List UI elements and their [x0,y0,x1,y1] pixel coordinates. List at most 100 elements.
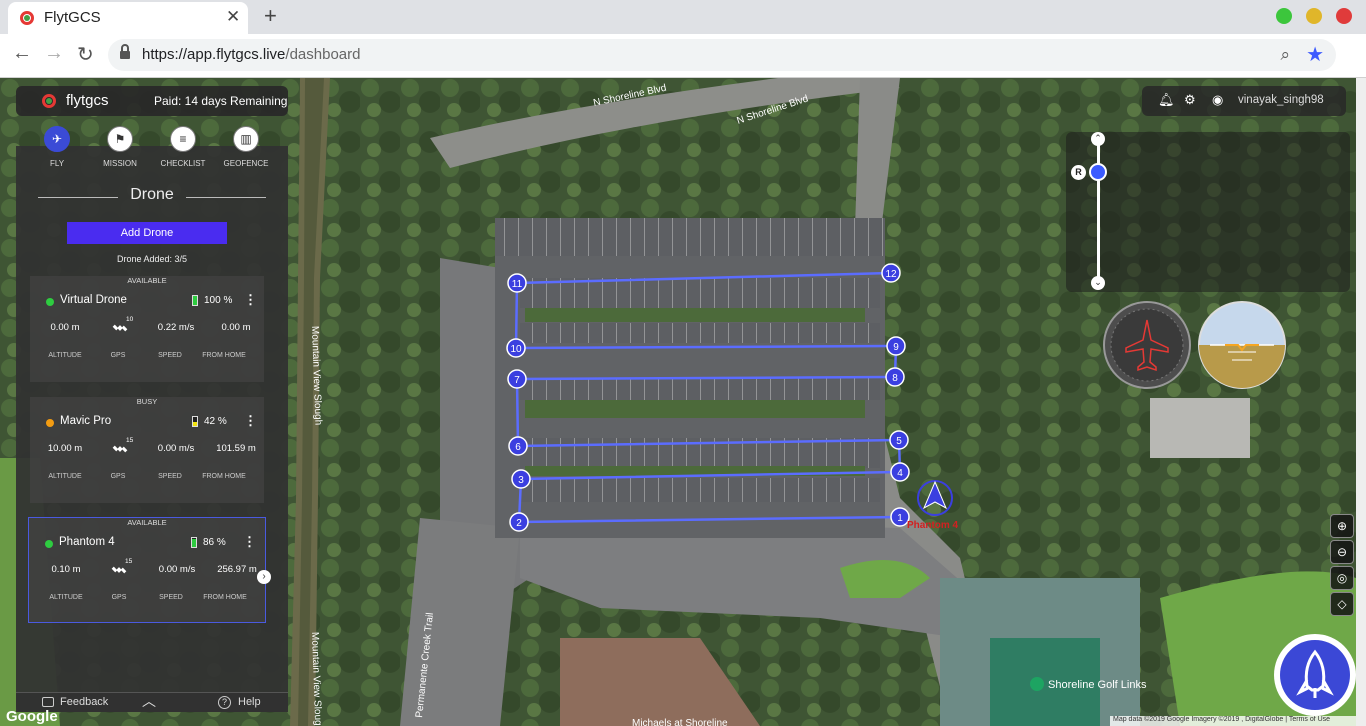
waypoint-label: 4 [897,468,903,479]
stat-label: GPS [111,594,127,601]
stat-label: SPEED [158,473,182,480]
reload-icon[interactable]: ↻ [77,42,94,67]
close-tab-icon[interactable]: ✕ [226,7,240,27]
gear-icon[interactable]: ⚙ [1184,92,1196,108]
gps-count: 10 [126,316,134,323]
layers-button[interactable]: ◇ [1330,592,1354,616]
waypoint-label: 8 [892,373,898,384]
waypoint-label: 10 [510,344,522,355]
page-scrollbar[interactable] [1356,78,1366,726]
more-options-icon[interactable]: ⋮ [243,534,256,550]
new-tab-button[interactable]: + [264,3,277,29]
subscription-status: Paid: 14 days Remaining [154,94,288,108]
stat-label: SPEED [158,352,182,359]
flytgcs-favicon-icon [20,11,34,25]
forward-arrow-icon[interactable]: → [44,42,64,65]
gimbal-slider-handle[interactable] [1089,163,1107,181]
mode-mission[interactable]: ⚑ MISSION [95,126,145,168]
panel-heading: Drone [130,186,174,203]
drone-name: Phantom 4 [59,536,115,548]
brand-bar: flytgcs Paid: 14 days Remaining [16,86,288,116]
more-options-icon[interactable]: ⋮ [244,413,257,429]
drone-card-mavic-pro[interactable]: BUSY Mavic Pro 42 % ⋮ 10.00 m 15 0.00 m/… [30,397,264,503]
waypoint-label: 11 [512,279,523,290]
drone-side-panel: ✈ FLY ⚑ MISSION ≡ CHECKLIST ▥ GEOFENCE D… [16,126,288,712]
map-attribution: Map data ©2019 Google Imagery ©2019 , Di… [1110,716,1356,726]
mode-label: FLY [49,159,65,168]
user-icon[interactable]: ◉ [1212,92,1223,108]
lock-icon [120,44,130,60]
add-drone-button[interactable]: Add Drone [67,222,227,244]
waypoint-label: 6 [515,442,521,453]
drone-card-virtual-drone[interactable]: AVAILABLE Virtual Drone 100 % ⋮ 0.00 m 1… [30,276,264,382]
battery-value: 86 % [203,537,226,548]
geofence-icon: ▥ [233,126,259,152]
status-dot [46,298,54,306]
launch-button[interactable] [1274,634,1356,716]
mode-geofence[interactable]: ▥ GEOFENCE [221,126,271,168]
flight-instruments [1103,301,1286,389]
mode-checklist[interactable]: ≡ CHECKLIST [158,126,208,168]
street-label: Michaels at Shoreline [632,718,728,726]
recenter-button[interactable]: ◎ [1330,566,1354,590]
checklist-icon: ≡ [170,126,196,152]
battery-icon [192,416,198,427]
mode-fly[interactable]: ✈ FLY [32,126,82,168]
mode-label: MISSION [103,159,137,168]
drone-count: Drone Added: 3/5 [116,254,188,264]
drone-name: Virtual Drone [60,294,127,306]
url-path: /dashboard [285,46,361,63]
gps-count: 15 [125,558,133,565]
drone-status: BUSY [136,397,158,406]
status-dot [45,540,53,548]
place-label: Shoreline Golf Links [1048,679,1147,691]
waypoint-label: 12 [885,269,897,280]
drone-status: AVAILABLE [127,518,167,527]
waypoint-label: 5 [896,436,902,447]
drone-card-phantom-4[interactable]: AVAILABLE Phantom 4 86 % ⋮ 0.10 m 15 0.0… [28,517,266,623]
browser-tab[interactable]: FlytGCS ✕ [8,2,248,34]
drone-status: AVAILABLE [127,276,167,285]
stat-label: SPEED [159,594,183,601]
stat-label: FROM HOME [202,352,246,359]
username[interactable]: vinayak_singh98 [1238,94,1324,106]
gimbal-reset-button[interactable]: R [1071,165,1086,180]
waypoint-label: 7 [514,375,520,386]
stat-label: GPS [110,352,126,359]
zoom-in-button[interactable]: ⊕ [1330,514,1354,538]
stat-label: FROM HOME [203,594,247,601]
zoom-out-button[interactable]: ⊖ [1330,540,1354,564]
maximize-window-button[interactable] [1276,8,1292,24]
chevron-up-icon[interactable]: ︿ [142,691,156,711]
bell-icon[interactable]: 🔔︎ [1158,92,1175,108]
zoom-icon[interactable]: ⌕ [1280,45,1290,65]
chevron-down-icon[interactable]: ⌄ [1091,276,1105,290]
minimize-window-button[interactable] [1306,8,1322,24]
drone-map-label: Phantom 4 [907,520,959,531]
gps-count: 15 [126,437,134,444]
close-window-button[interactable] [1336,8,1352,24]
battery-icon [192,295,198,306]
feedback-icon [42,697,54,707]
camera-gimbal-panel: ⌃ ⌄ R [1066,132,1350,292]
address-bar[interactable]: https://app.flytgcs.live/dashboard ⌕ ★ [108,39,1336,71]
battery-value: 42 % [204,416,227,427]
user-bar: 🔔︎ ⚙ ◉ vinayak_singh98 [1142,86,1346,116]
battery-value: 100 % [204,295,233,306]
chevron-up-icon[interactable]: ⌃ [1091,132,1105,146]
speed-value: 0.00 m/s [157,443,195,454]
feedback-link[interactable]: Feedback [60,696,108,708]
back-arrow-icon[interactable]: ← [12,42,32,65]
browser-tab-bar: FlytGCS ✕ + [0,0,1366,34]
url-text: https://app.flytgcs.live/dashboard [142,46,360,63]
more-options-icon[interactable]: ⋮ [244,292,257,308]
chevron-right-icon[interactable]: › [257,570,271,584]
divider [186,197,266,198]
tab-title: FlytGCS [44,9,101,26]
speed-value: 0.00 m/s [158,564,196,575]
bookmark-star-icon[interactable]: ★ [1306,42,1324,67]
help-link[interactable]: Help [238,696,261,708]
gimbal-slider-track[interactable] [1097,140,1100,282]
brand-name: flytgcs [66,92,109,109]
stat-label: FROM HOME [202,473,246,480]
